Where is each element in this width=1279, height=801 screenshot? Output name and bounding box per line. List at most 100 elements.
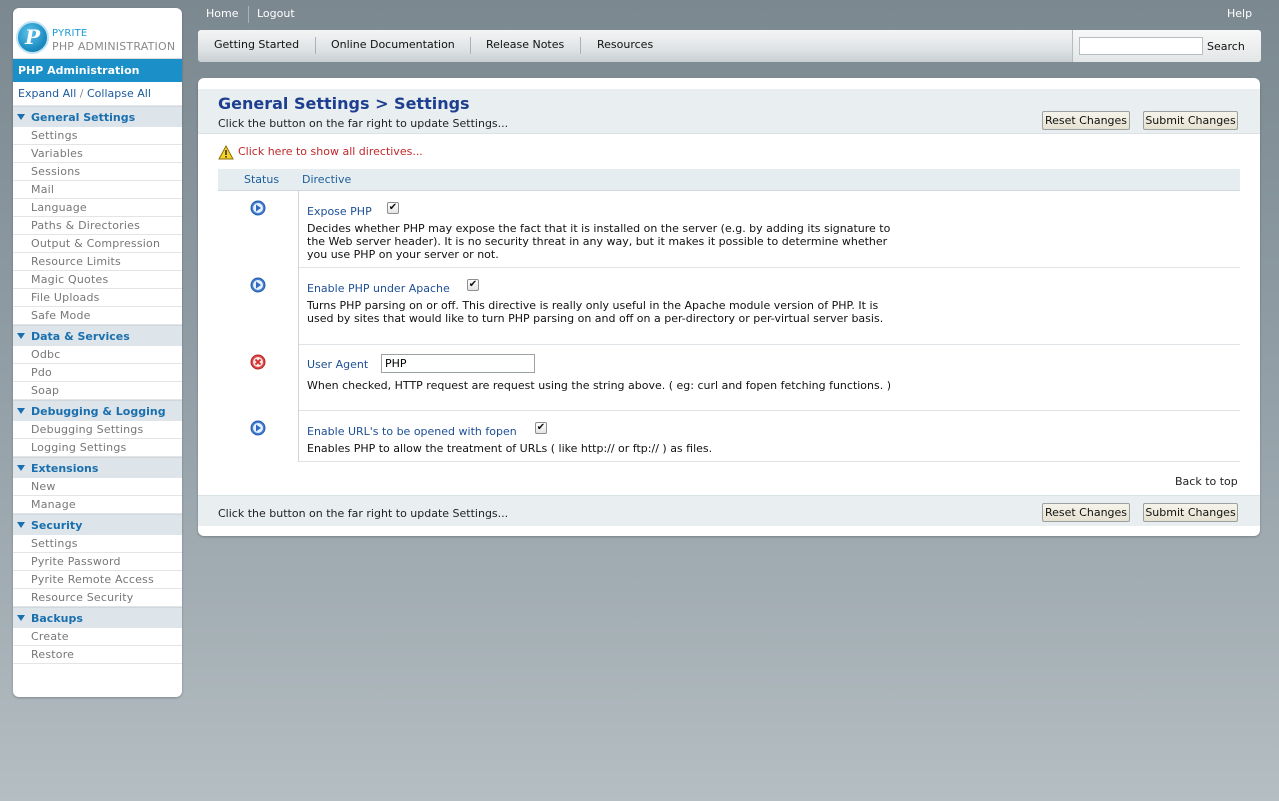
error-status-icon xyxy=(250,354,266,370)
row-separator xyxy=(299,461,1240,462)
sidebar-item[interactable]: Resource Security xyxy=(13,589,182,607)
footer-subtitle: Click the button on the far right to upd… xyxy=(218,507,509,520)
logout-link[interactable]: Logout xyxy=(257,7,295,20)
expose-php-checkbox[interactable]: ✔ xyxy=(387,202,399,214)
menu-bar: Getting Started Online Documentation Rel… xyxy=(198,30,1261,62)
sidebar-item[interactable]: Restore xyxy=(13,646,182,664)
directive-name-enable-php-apache: Enable PHP under Apache xyxy=(307,282,450,295)
directive-name-url-fopen: Enable URL's to be opened with fopen xyxy=(307,425,517,438)
menu-getting-started[interactable]: Getting Started xyxy=(214,38,299,51)
search-button[interactable]: Search xyxy=(1207,40,1245,53)
info-status-icon xyxy=(250,420,266,436)
menu-divider xyxy=(315,37,316,54)
pyrite-logo[interactable]: P PYRITE PHP ADMINISTRATION xyxy=(13,8,182,59)
show-all-directives-link[interactable]: Click here to show all directives... xyxy=(238,145,423,158)
directive-name-user-agent: User Agent xyxy=(307,358,369,371)
sidebar-item[interactable]: Pdo xyxy=(13,364,182,382)
sidebar-item[interactable]: Logging Settings xyxy=(13,439,182,457)
sidebar-item[interactable]: Settings xyxy=(13,535,182,553)
directive-column-header[interactable]: Directive xyxy=(302,173,351,186)
sidebar-item[interactable]: Pyrite Remote Access xyxy=(13,571,182,589)
sidebar-item[interactable]: Create xyxy=(13,628,182,646)
sidebar-section-header[interactable]: Extensions xyxy=(13,457,182,478)
page-title: General Settings > Settings xyxy=(218,94,470,113)
row-separator xyxy=(299,344,1240,345)
sidebar: P PYRITE PHP ADMINISTRATION PHP Administ… xyxy=(13,8,182,697)
sidebar-item[interactable]: Paths & Directories xyxy=(13,217,182,235)
sidebar-section-header[interactable]: Debugging & Logging xyxy=(13,400,182,421)
triangle-down-icon xyxy=(17,114,25,120)
directive-description: When checked, HTTP request are request u… xyxy=(307,379,892,392)
reset-changes-button[interactable]: Reset Changes xyxy=(1042,503,1130,522)
expand-collapse-row: Expand All / Collapse All xyxy=(13,82,182,106)
sidebar-item[interactable]: Variables xyxy=(13,145,182,163)
table-divider xyxy=(298,191,299,462)
sidebar-title: PHP Administration xyxy=(13,59,182,82)
menu-divider xyxy=(580,37,581,54)
row-separator xyxy=(299,410,1240,411)
home-link[interactable]: Home xyxy=(206,7,238,20)
directives-table-header: Status Directive xyxy=(218,169,1240,191)
main-panel: General Settings > Settings Click the bu… xyxy=(198,78,1260,536)
info-status-icon xyxy=(250,200,266,216)
triangle-down-icon xyxy=(17,522,25,528)
sidebar-section-label: Data & Services xyxy=(31,330,130,343)
sidebar-item[interactable]: Safe Mode xyxy=(13,307,182,325)
collapse-all-link[interactable]: Collapse All xyxy=(87,87,151,100)
sidebar-item[interactable]: Resource Limits xyxy=(13,253,182,271)
row-separator xyxy=(299,267,1240,268)
pyrite-logo-icon: P xyxy=(16,21,49,54)
sidebar-section-label: Security xyxy=(31,519,83,532)
submit-changes-button[interactable]: Submit Changes xyxy=(1143,111,1238,130)
sidebar-item[interactable]: Sessions xyxy=(13,163,182,181)
sidebar-item[interactable]: Odbc xyxy=(13,346,182,364)
sidebar-item[interactable]: New xyxy=(13,478,182,496)
sidebar-section-label: Debugging & Logging xyxy=(31,405,166,418)
menu-release-notes[interactable]: Release Notes xyxy=(486,38,564,51)
expand-all-link[interactable]: Expand All xyxy=(18,87,76,100)
sidebar-section-header[interactable]: Data & Services xyxy=(13,325,182,346)
triangle-down-icon xyxy=(17,408,25,414)
status-column-header[interactable]: Status xyxy=(244,173,279,186)
directive-description: Turns PHP parsing on or off. This direct… xyxy=(307,299,884,325)
menu-online-documentation[interactable]: Online Documentation xyxy=(331,38,455,51)
enable-php-apache-checkbox[interactable]: ✔ xyxy=(467,279,479,291)
sidebar-section-label: Extensions xyxy=(31,462,99,475)
triangle-down-icon xyxy=(17,333,25,339)
sidebar-item[interactable]: Language xyxy=(13,199,182,217)
sidebar-section-label: Backups xyxy=(31,612,83,625)
logo-line-1: PYRITE xyxy=(52,28,88,39)
user-agent-input[interactable] xyxy=(381,354,535,373)
sidebar-item[interactable]: Debugging Settings xyxy=(13,421,182,439)
submit-changes-button[interactable]: Submit Changes xyxy=(1143,503,1238,522)
triangle-down-icon xyxy=(17,615,25,621)
help-link[interactable]: Help xyxy=(1227,7,1252,20)
sidebar-item[interactable]: Output & Compression xyxy=(13,235,182,253)
reset-changes-button[interactable]: Reset Changes xyxy=(1042,111,1130,130)
sidebar-item[interactable]: Pyrite Password xyxy=(13,553,182,571)
sidebar-section-header[interactable]: Backups xyxy=(13,607,182,628)
sidebar-item[interactable]: Soap xyxy=(13,382,182,400)
sidebar-item[interactable]: Magic Quotes xyxy=(13,271,182,289)
sidebar-item[interactable]: Manage xyxy=(13,496,182,514)
page-footer: Click the button on the far right to upd… xyxy=(198,495,1260,526)
back-to-top-link[interactable]: Back to top xyxy=(1175,475,1238,488)
search-area: Search xyxy=(1072,30,1261,62)
search-input[interactable] xyxy=(1079,37,1203,55)
page-header: General Settings > Settings Click the bu… xyxy=(198,89,1260,134)
url-fopen-checkbox[interactable]: ✔ xyxy=(535,422,547,434)
menu-resources[interactable]: Resources xyxy=(597,38,653,51)
directive-description: Enables PHP to allow the treatment of UR… xyxy=(307,442,713,455)
info-status-icon xyxy=(250,277,266,293)
sidebar-item[interactable]: File Uploads xyxy=(13,289,182,307)
sidebar-section-header[interactable]: Security xyxy=(13,514,182,535)
triangle-down-icon xyxy=(17,465,25,471)
sidebar-item[interactable]: Mail xyxy=(13,181,182,199)
menu-divider xyxy=(470,37,471,54)
sidebar-section-header[interactable]: General Settings xyxy=(13,106,182,127)
page-subtitle: Click the button on the far right to upd… xyxy=(218,117,509,130)
warning-icon xyxy=(218,145,234,160)
sidebar-item[interactable]: Settings xyxy=(13,127,182,145)
directive-description: Decides whether PHP may expose the fact … xyxy=(307,222,891,261)
logo-line-2: PHP ADMINISTRATION xyxy=(52,40,176,53)
